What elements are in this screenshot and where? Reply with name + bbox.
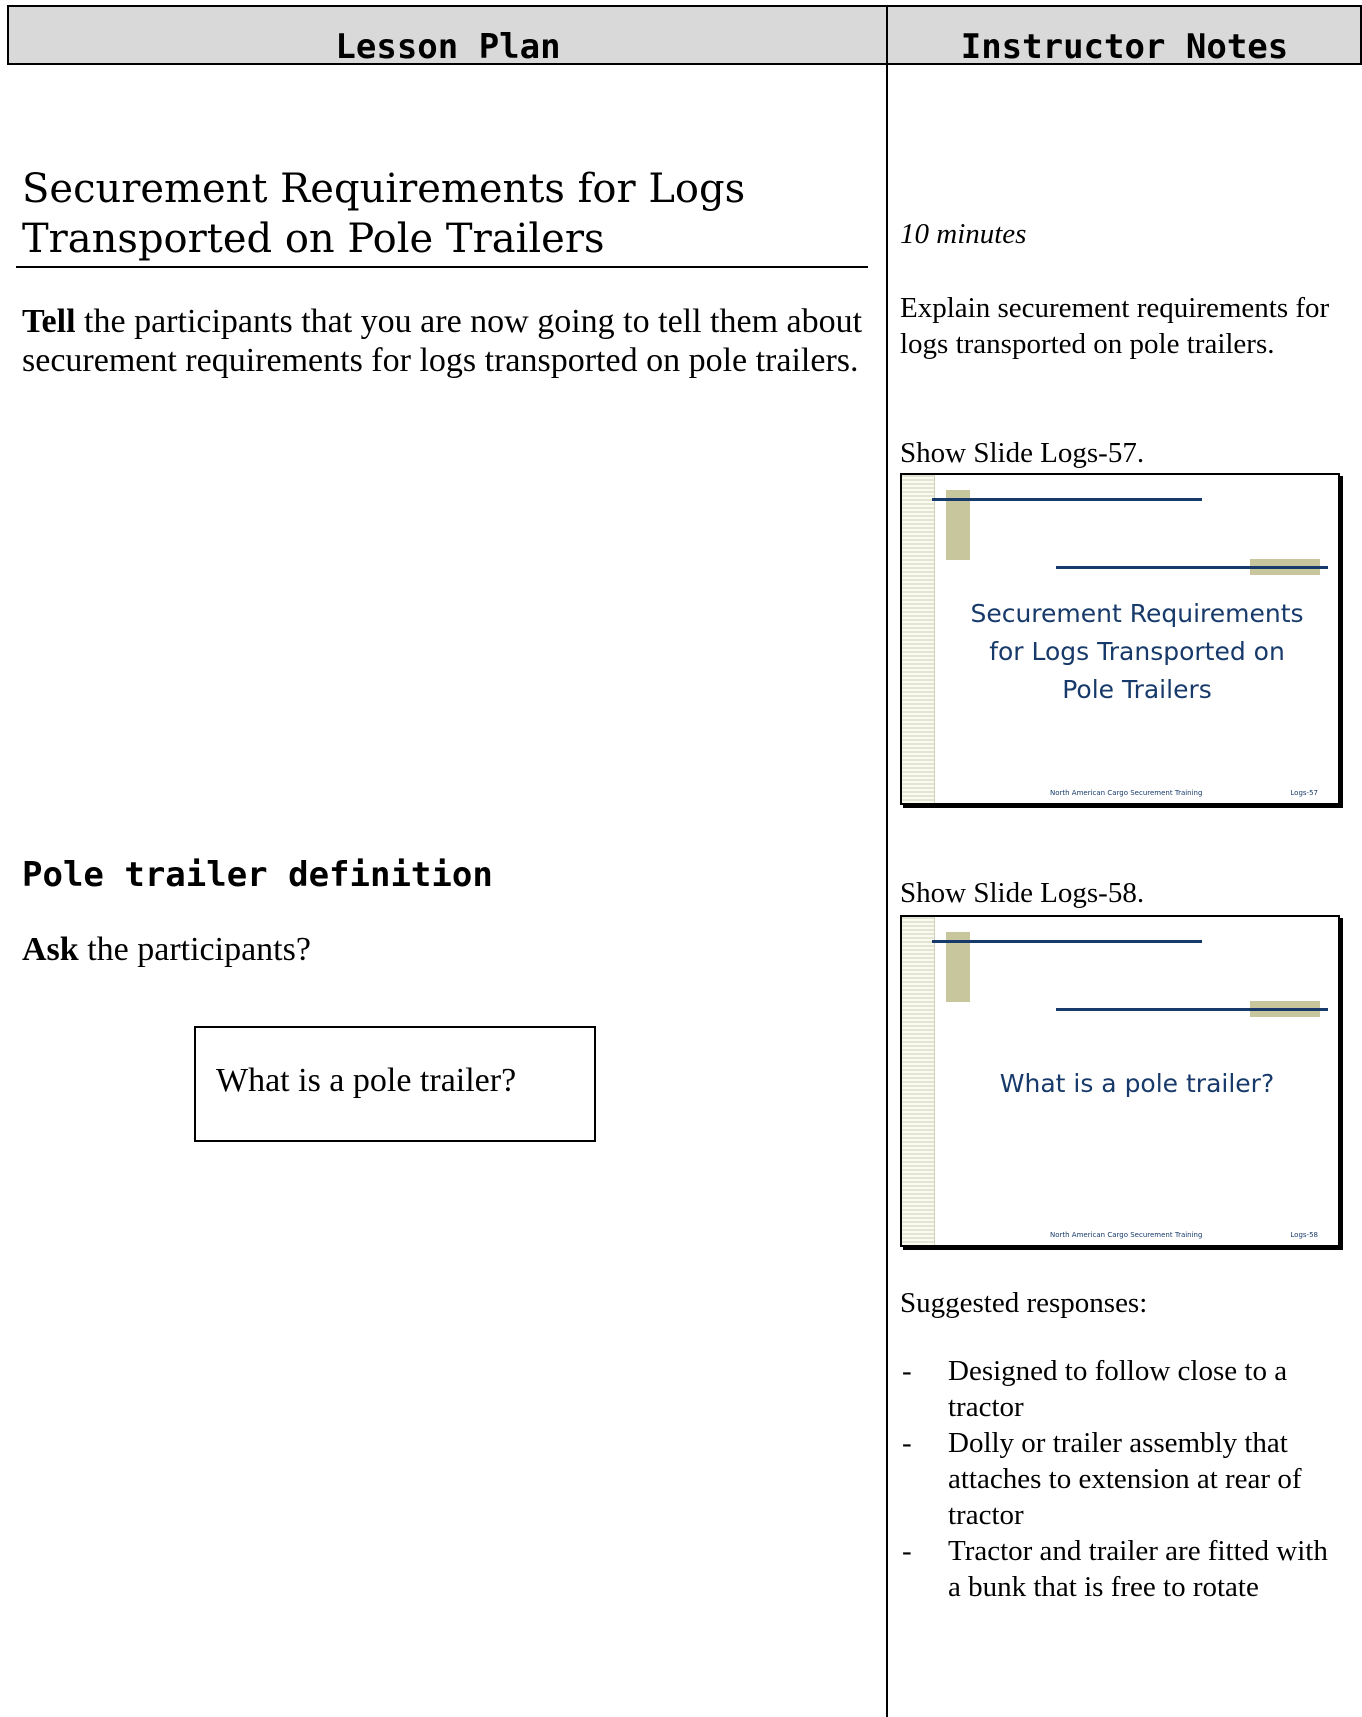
lesson-plan-header: Lesson Plan [335, 27, 561, 67]
slide-title-line: Securement Requirements [970, 599, 1304, 628]
section-title-line-2: Transported on Pole Trailers [22, 216, 605, 262]
response-text: Designed to follow close to a tractor [948, 1355, 1288, 1423]
response-text: Dolly or trailer assembly that attaches … [948, 1427, 1302, 1531]
responses-list: - Designed to follow close to a tractor -… [900, 1353, 1340, 1605]
slide-rule-middle [1056, 1008, 1328, 1011]
instructor-notes-header: Instructor Notes [960, 27, 1289, 67]
slide-footer: North American Cargo Securement Training [1050, 1231, 1203, 1239]
slide-thumbnail-logs-57: Securement Requirements for Logs Transpo… [900, 473, 1340, 805]
slide-title: Securement Requirements for Logs Transpo… [942, 595, 1332, 709]
section-title-line-1: Securement Requirements for Logs [22, 166, 746, 212]
list-item: - Tractor and trailer are fitted with a b… [900, 1533, 1340, 1605]
ask-paragraph: Ask the participants? [22, 930, 872, 969]
response-text: Tractor and trailer are fitted with a bu… [948, 1535, 1328, 1603]
slide-stripe [902, 917, 935, 1245]
slide-rule-middle [1056, 566, 1328, 569]
slide-id: Logs-58 [1290, 1231, 1318, 1239]
dash-bullet: - [902, 1427, 912, 1459]
slide-id: Logs-57 [1290, 789, 1318, 797]
slide-rule-top [932, 498, 1202, 501]
show-slide-58-note: Show Slide Logs-58. [900, 877, 1145, 909]
tell-text: the participants that you are now going … [22, 303, 863, 379]
slide-title: What is a pole trailer? [942, 1065, 1332, 1103]
slide-stripe [902, 475, 935, 803]
duration-note: 10 minutes [900, 218, 1027, 250]
tell-keyword: Tell [22, 303, 76, 340]
list-item: - Dolly or trailer assembly that attaches… [900, 1425, 1340, 1533]
table-header-row: Lesson Plan Instructor Notes [7, 5, 1362, 67]
dash-bullet: - [902, 1355, 912, 1387]
column-divider [886, 5, 888, 1717]
question-box: What is a pole trailer? [194, 1026, 596, 1142]
table-left-edge [7, 5, 9, 65]
slide-thumbnail-logs-58: What is a pole trailer? North American C… [900, 915, 1340, 1247]
list-item: - Designed to follow close to a tractor [900, 1353, 1340, 1425]
ask-keyword: Ask [22, 931, 79, 968]
suggested-responses-label: Suggested responses: [900, 1287, 1148, 1319]
show-slide-57-note: Show Slide Logs-57. [900, 437, 1145, 469]
slide-rule-top [932, 940, 1202, 943]
slide-title-line: Pole Trailers [1062, 675, 1212, 704]
slide-title-line: What is a pole trailer? [999, 1069, 1275, 1098]
dash-bullet: - [902, 1535, 912, 1567]
slide-footer: North American Cargo Securement Training [1050, 789, 1203, 797]
section-title: Securement Requirements for Logs Transpo… [16, 164, 868, 268]
ask-text: the participants? [78, 931, 311, 968]
slide-title-line: for Logs Transported on [989, 637, 1285, 666]
explain-note: Explain securement requirements for logs… [900, 292, 1330, 360]
pole-trailer-subheading: Pole trailer definition [22, 855, 493, 895]
tell-paragraph: Tell the participants that you are now g… [22, 302, 872, 380]
